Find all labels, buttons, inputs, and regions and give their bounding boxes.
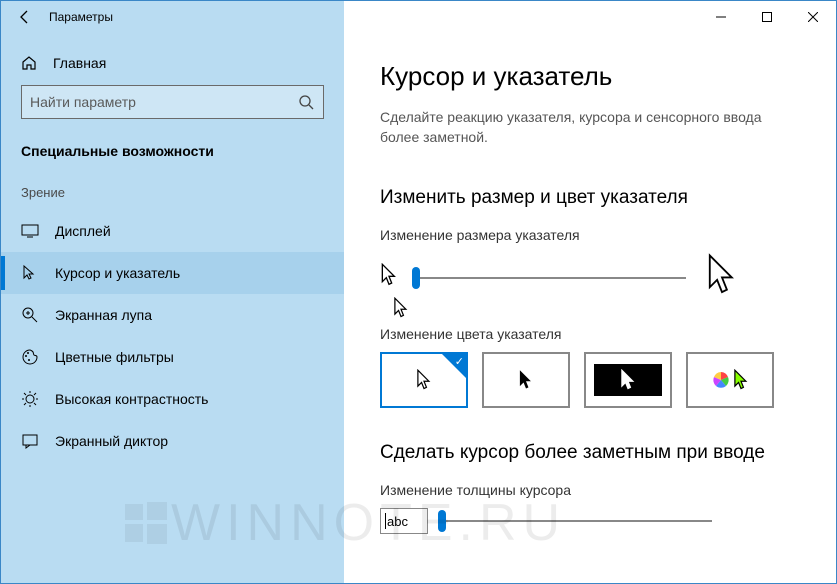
group-label: Зрение bbox=[1, 179, 344, 210]
search-input[interactable] bbox=[21, 85, 324, 119]
section-title: Специальные возможности bbox=[1, 137, 344, 179]
sidebar-item-label: Экранная лупа bbox=[55, 307, 152, 323]
pointer-color-inverted[interactable] bbox=[584, 352, 672, 408]
sidebar-item-label: Экранный диктор bbox=[55, 433, 168, 449]
narrator-icon bbox=[21, 432, 39, 450]
cursor-thickness-preview: abc bbox=[380, 508, 428, 534]
home-label: Главная bbox=[53, 55, 106, 71]
pointer-small-icon bbox=[380, 263, 398, 292]
sidebar-item-label: Высокая контрастность bbox=[55, 391, 208, 407]
minimize-button[interactable] bbox=[698, 1, 744, 33]
pointer-size-slider[interactable] bbox=[416, 277, 686, 279]
window-controls bbox=[698, 1, 836, 33]
sidebar-item-display[interactable]: Дисплей bbox=[1, 210, 344, 252]
title-bar: Параметры bbox=[1, 1, 344, 33]
pointer-color-custom[interactable] bbox=[686, 352, 774, 408]
contrast-icon bbox=[21, 390, 39, 408]
pointer-color-black[interactable] bbox=[482, 352, 570, 408]
section-cursor-title: Сделать курсор более заметным при вводе bbox=[380, 442, 800, 464]
check-icon: ✓ bbox=[455, 355, 464, 368]
sidebar-item-cursor[interactable]: Курсор и указатель bbox=[1, 252, 344, 294]
cursor-icon bbox=[21, 264, 39, 282]
search-field[interactable] bbox=[30, 94, 297, 110]
sidebar-item-label: Цветные фильтры bbox=[55, 349, 174, 365]
slider-thumb[interactable] bbox=[438, 510, 446, 532]
cursor-thickness-label: Изменение толщины курсора bbox=[380, 482, 800, 498]
page-title: Курсор и указатель bbox=[380, 61, 800, 92]
sidebar-item-label: Дисплей bbox=[55, 223, 111, 239]
pointer-size-label: Изменение размера указателя bbox=[380, 227, 800, 243]
home-icon bbox=[21, 55, 37, 71]
window-title: Параметры bbox=[49, 10, 113, 24]
back-button[interactable] bbox=[15, 7, 35, 27]
sidebar-item-label: Курсор и указатель bbox=[55, 265, 180, 281]
magnifier-icon bbox=[21, 306, 39, 324]
display-icon bbox=[21, 222, 39, 240]
search-icon bbox=[297, 93, 315, 111]
cursor-thickness-slider[interactable] bbox=[442, 520, 712, 522]
sidebar-item-magnifier[interactable]: Экранная лупа bbox=[1, 294, 344, 336]
sidebar-item-contrast[interactable]: Высокая контрастность bbox=[1, 378, 344, 420]
sidebar-item-narrator[interactable]: Экранный диктор bbox=[1, 420, 344, 462]
pointer-color-label: Изменение цвета указателя bbox=[380, 326, 800, 342]
page-description: Сделайте реакцию указателя, курсора и се… bbox=[380, 108, 800, 147]
slider-thumb[interactable] bbox=[412, 267, 420, 289]
main-panel: Курсор и указатель Сделайте реакцию указ… bbox=[344, 33, 836, 583]
sidebar-item-colorfilters[interactable]: Цветные фильтры bbox=[1, 336, 344, 378]
pointer-large-icon bbox=[704, 253, 740, 302]
palette-icon bbox=[21, 348, 39, 366]
section-pointer-title: Изменить размер и цвет указателя bbox=[380, 187, 800, 209]
pointer-color-white[interactable]: ✓ bbox=[380, 352, 468, 408]
home-nav[interactable]: Главная bbox=[1, 47, 344, 85]
maximize-button[interactable] bbox=[744, 1, 790, 33]
pointer-color-options: ✓ bbox=[380, 352, 800, 408]
close-button[interactable] bbox=[790, 1, 836, 33]
sidebar: Главная Специальные возможности Зрение Д… bbox=[1, 33, 344, 583]
